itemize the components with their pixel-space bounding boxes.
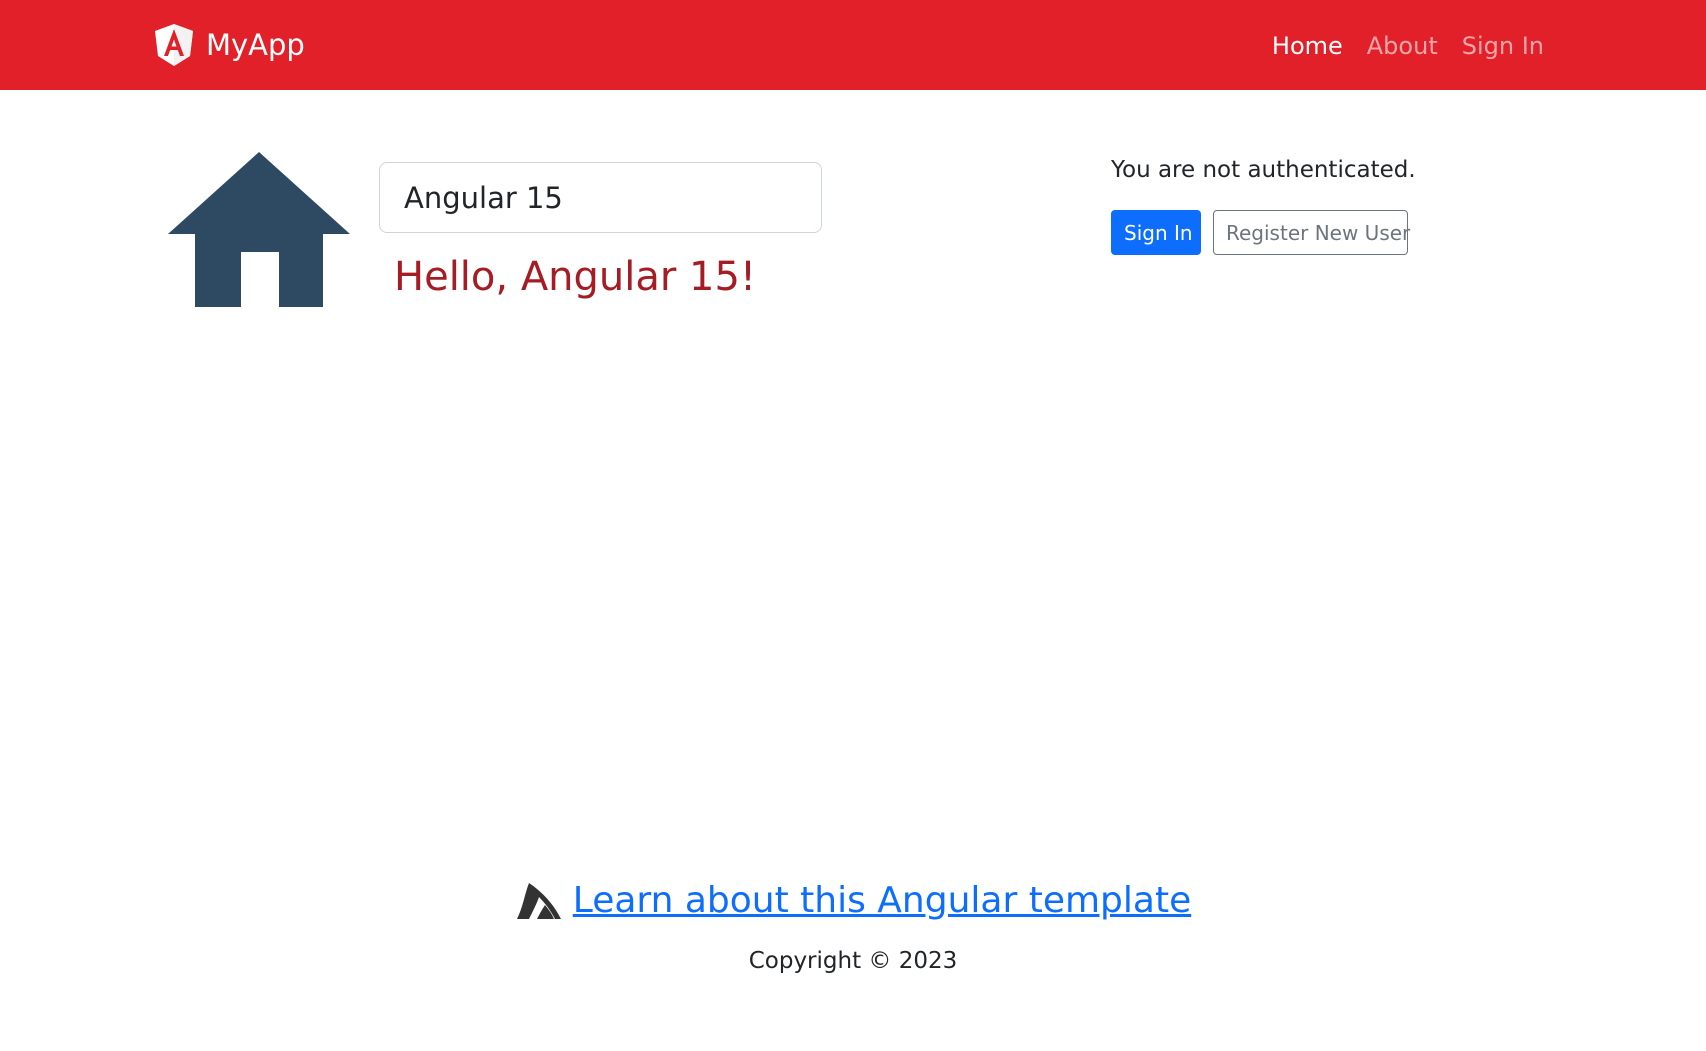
footer-link-row: Learn about this Angular template [0,876,1706,926]
sign-in-button[interactable]: Sign In [1111,210,1201,255]
name-input[interactable] [379,162,822,233]
auth-status-text: You are not authenticated. [1111,157,1416,183]
copyright-text: Copyright © 2023 [748,948,958,974]
learn-template-link[interactable]: Learn about this Angular template [573,876,1191,926]
shark-fin-icon [516,883,561,919]
angular-logo-icon [155,24,193,66]
nav-link-home[interactable]: Home [1272,29,1343,63]
house-icon [168,152,350,307]
register-user-button[interactable]: Register New User [1213,210,1410,255]
nav-link-about[interactable]: About [1367,29,1438,63]
brand-name: MyApp [206,28,305,62]
navbar: MyApp Home About Sign In [0,0,1706,90]
nav-links: Home About Sign In [1272,29,1544,63]
nav-link-sign-in[interactable]: Sign In [1462,29,1544,63]
brand-link[interactable]: MyApp [155,24,305,66]
greeting-heading: Hello, Angular 15! [394,254,756,300]
